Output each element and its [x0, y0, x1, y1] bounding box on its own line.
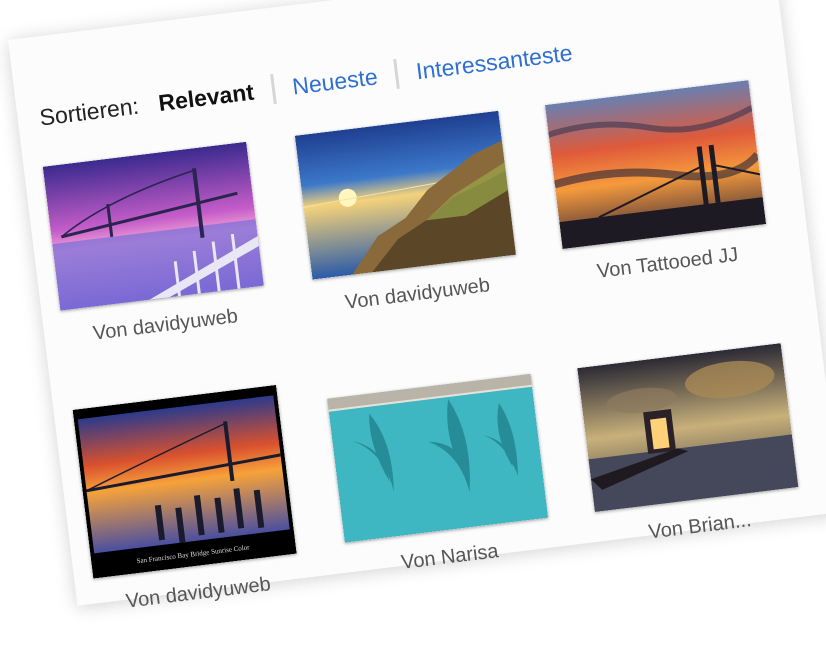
screenshot-stage: Sortieren: Relevant Neueste Interessante…: [0, 0, 826, 668]
photo-thumbnail[interactable]: San Francisco Bay Bridge Sunrise Color: [72, 384, 297, 579]
photo-coastal-rocks: [294, 110, 516, 280]
photo-thumbnail[interactable]: [294, 110, 516, 280]
photo-thumbnail[interactable]: [42, 141, 264, 311]
photo-author[interactable]: Von Tattooed JJ: [560, 239, 776, 288]
photo-tile[interactable]: Von Brian...: [572, 342, 808, 551]
sort-separator: [393, 58, 401, 89]
sort-option-relevant[interactable]: Relevant: [157, 78, 255, 116]
photo-author[interactable]: Von davidyuweb: [57, 301, 273, 350]
photo-tile[interactable]: Von davidyuweb: [290, 110, 526, 319]
photo-tile[interactable]: Von davidyuweb: [38, 141, 274, 350]
sort-option-interesting[interactable]: Interessanteste: [415, 39, 574, 85]
photo-thumbnail[interactable]: [577, 343, 799, 512]
photo-author[interactable]: Von davidyuweb: [90, 569, 306, 618]
photo-thumbnail[interactable]: [544, 80, 767, 249]
photo-tile[interactable]: Von Tattooed JJ: [540, 79, 776, 288]
photo-pier: [577, 343, 799, 512]
photo-pool: [327, 373, 549, 543]
photo-bay-bridge: San Francisco Bay Bridge Sunrise Color: [72, 384, 297, 579]
photo-author[interactable]: Von Brian...: [592, 502, 808, 551]
photo-thumbnail[interactable]: [327, 373, 549, 543]
photo-purple-bridge: [42, 141, 264, 311]
sort-option-newest[interactable]: Neueste: [291, 63, 379, 100]
photo-orange-sunset: [544, 80, 767, 249]
sort-separator: [269, 73, 277, 105]
photo-tile[interactable]: San Francisco Bay Bridge Sunrise Color V…: [68, 384, 307, 618]
photo-author[interactable]: Von Narisa: [342, 533, 558, 582]
sort-label: Sortieren:: [38, 92, 141, 131]
search-results-panel: Sortieren: Relevant Neueste Interessante…: [8, 0, 826, 613]
photo-author[interactable]: Von davidyuweb: [309, 270, 525, 319]
photo-tile[interactable]: Von Narisa: [322, 373, 558, 582]
